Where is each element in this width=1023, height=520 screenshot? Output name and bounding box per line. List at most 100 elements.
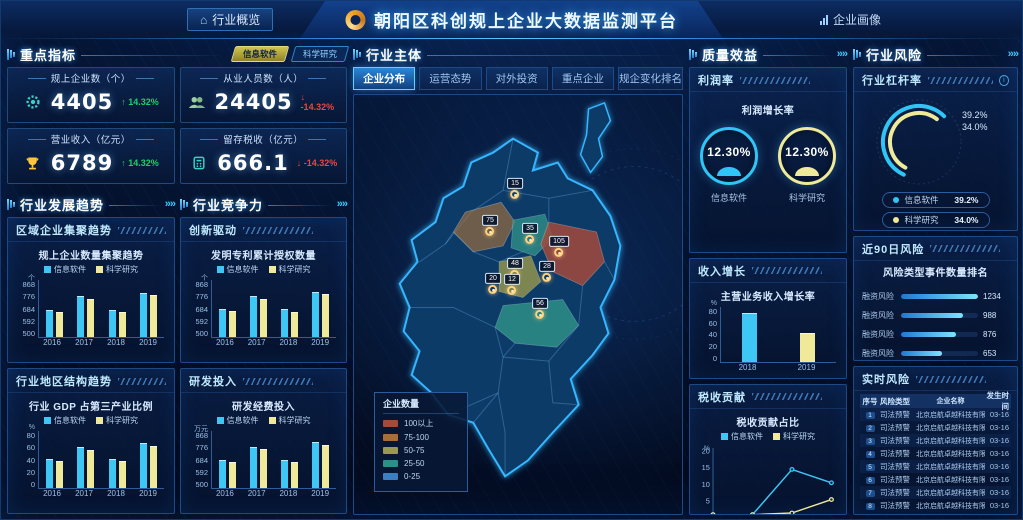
stat-value: 666.1 — [217, 151, 288, 175]
map-pin[interactable]: 20 — [485, 273, 501, 294]
legend-item: 科学研究 — [269, 264, 311, 275]
svg-text:34.0%: 34.0% — [962, 122, 988, 132]
bar-group — [140, 293, 157, 337]
bar — [219, 460, 226, 488]
map-pin[interactable]: 15 — [507, 178, 523, 199]
table-row[interactable]: 3司法预警北京启航卓越科技有限公司03-16 — [860, 434, 1011, 447]
hatch-decoration — [243, 227, 313, 234]
table-header-row: 序号风险类型企业名称发生时间 — [860, 394, 1011, 408]
divider — [927, 55, 1003, 56]
map-pin[interactable]: 56 — [532, 298, 548, 319]
filter-tag-信息软件[interactable]: 信息软件 — [231, 46, 290, 62]
risk-bar-row: 融资风险 1234 — [862, 291, 1009, 302]
nav-industry-overview[interactable]: ⌂ 行业概览 — [187, 8, 273, 31]
bar — [119, 312, 126, 337]
bar — [260, 449, 267, 488]
x-axis: 2016201720182019 — [36, 338, 170, 347]
risk-bar-row: 融资风险 988 — [862, 310, 1009, 321]
pin-icon — [535, 310, 544, 319]
bar-group — [281, 460, 298, 488]
stat-delta: ↑ 14.32% — [121, 158, 159, 168]
stat-label: 从业人员数（人） — [187, 71, 341, 85]
bar — [229, 311, 236, 337]
stat-cards: 规上企业数（个） 4405 ↑ 14.32% 从业人员数（人） 24405 ↓ … — [7, 67, 347, 184]
risk-bar-value: 653 — [983, 349, 1009, 358]
map-pin[interactable]: 35 — [522, 223, 538, 244]
map-pin[interactable]: 75 — [482, 215, 498, 236]
map-pin[interactable]: 28 — [539, 261, 555, 282]
section-subtitle: 利润率 — [698, 72, 734, 88]
leverage-legend-item: 科学研究34.0% — [882, 212, 990, 228]
y-axis: 806040200 — [14, 431, 38, 489]
expand-arrow-icon[interactable]: »» — [837, 48, 847, 60]
info-icon[interactable]: i — [999, 75, 1009, 86]
chart-title: 行业 GDP 占第三产业比例 — [12, 398, 170, 413]
bar — [87, 450, 94, 488]
table-row[interactable]: 7司法预警北京启航卓越科技有限公司03-16 — [860, 486, 1011, 499]
stat-card: 营业收入（亿元） 6789 ↑ 14.32% — [7, 128, 175, 184]
svg-text:10: 10 — [702, 480, 710, 489]
risk-type-ranking: 融资风险 1234 融资风险 988 融资风险 876 融资风险 653 融资风… — [854, 281, 1017, 362]
risk-bar-value: 876 — [983, 330, 1009, 339]
section-subtitle: 收入增长 — [698, 263, 746, 279]
table-row[interactable]: 1司法预警北京启航卓越科技有限公司03-16 — [860, 408, 1011, 421]
nav-enterprise-portrait[interactable]: 企业画像 — [807, 8, 894, 31]
chart-title: 风险类型事件数量排名 — [854, 264, 1017, 279]
expand-arrow-icon[interactable]: »» — [1008, 48, 1018, 60]
chart-tax-contribution: 税收贡献占比信息软件科学研究20151050%2016201720182019 — [690, 409, 846, 516]
tab-对外投资[interactable]: 对外投资 — [486, 67, 548, 90]
bar — [281, 309, 288, 337]
stat-card: 从业人员数（人） 24405 ↓ -14.32% — [180, 67, 348, 123]
divider — [427, 55, 683, 56]
panel-competitiveness: 行业竞争力 »» 创新驱动 发明专利累计授权数量信息软件科学研究个8687766… — [180, 195, 347, 515]
expand-arrow-icon[interactable]: »» — [165, 198, 175, 210]
chart-title: 发明专利累计授权数量 — [185, 247, 342, 262]
tab-企业分布[interactable]: 企业分布 — [353, 67, 415, 90]
bar — [56, 312, 63, 337]
bar — [150, 295, 157, 337]
home-icon: ⌂ — [200, 14, 207, 26]
pin-icon — [542, 273, 551, 282]
table-row[interactable]: 8司法预警北京启航卓越科技有限公司03-16 — [860, 499, 1011, 512]
bar — [322, 294, 329, 337]
panel-quality: 质量效益 »» 利润率 利润增长率 12.30% 信息软件 12.30% 科学研… — [689, 45, 847, 515]
legend-item: 信息软件 — [217, 415, 259, 426]
stat-label: 留存税收（亿元） — [187, 132, 341, 146]
people-icon — [187, 95, 207, 110]
legend-item: 信息软件 — [44, 264, 86, 275]
x-axis: 20182019 — [718, 363, 842, 372]
tab-重点企业[interactable]: 重点企业 — [552, 67, 614, 90]
map-pin[interactable]: 12 — [504, 274, 520, 295]
chart-title: 税收贡献占比 — [694, 414, 842, 429]
platform-logo-icon — [345, 10, 365, 30]
tab-规企变化排名[interactable]: 规企变化排名 — [618, 67, 683, 90]
pin-icon — [510, 190, 519, 199]
dashboard: ⌂ 行业概览 朝阳区科创规上企业大数据监测平台 企业画像 重点指标 信息软件科学… — [0, 0, 1023, 520]
pin-value: 56 — [532, 298, 548, 309]
table-row[interactable]: 5司法预警北京启航卓越科技有限公司03-16 — [860, 460, 1011, 473]
table-row[interactable]: 6司法预警北京启航卓越科技有限公司03-16 — [860, 473, 1011, 486]
bar — [281, 460, 288, 488]
map-pin[interactable]: 105 — [549, 236, 569, 257]
bar-group — [219, 309, 236, 337]
table-row[interactable]: 2司法预警北京启航卓越科技有限公司03-16 — [860, 421, 1011, 434]
pin-value: 75 — [482, 215, 498, 226]
table-row[interactable]: 4司法预警北京启航卓越科技有限公司03-16 — [860, 447, 1011, 460]
bar-group — [800, 333, 815, 362]
y-axis: 868776684592500 — [14, 280, 38, 338]
expand-arrow-icon[interactable]: »» — [337, 198, 347, 210]
pin-icon — [488, 285, 497, 294]
section-income-growth: 收入增长 主营业务收入增长率%80604020020182019 — [689, 258, 847, 379]
axis-unit: % — [29, 424, 35, 431]
map-subregion[interactable] — [581, 103, 611, 173]
tab-运营态势[interactable]: 运营态势 — [419, 67, 481, 90]
stat-delta: ↓ -14.32% — [301, 92, 340, 112]
filter-tag-科学研究[interactable]: 科学研究 — [291, 46, 350, 62]
panel-head-icon — [353, 49, 361, 60]
industry-filter-tags: 信息软件科学研究 — [233, 46, 347, 62]
legend-item: 科学研究 — [269, 415, 311, 426]
bar-group — [140, 443, 157, 488]
risk-type-label: 融资风险 — [862, 348, 896, 359]
section-subtitle: 行业杠杆率 — [862, 72, 922, 88]
chart-title: 规上企业数量集聚趋势 — [12, 247, 170, 262]
